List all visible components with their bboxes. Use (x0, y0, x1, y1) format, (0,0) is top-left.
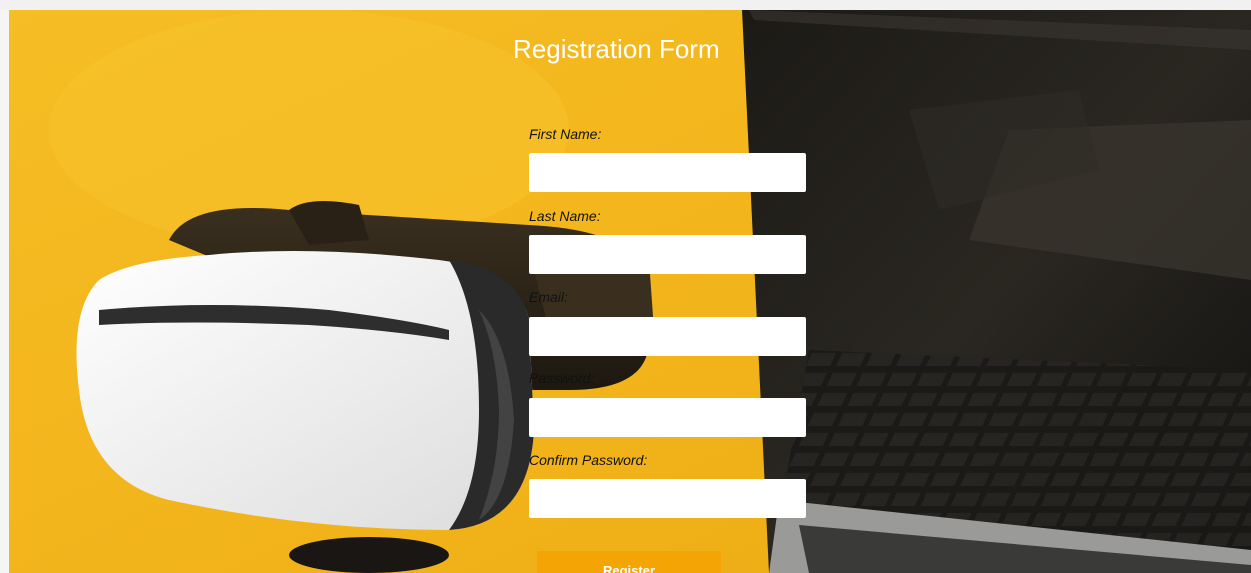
confirm-password-label: Confirm Password: (529, 452, 648, 468)
top-border (0, 0, 1251, 10)
email-label: Email: (529, 289, 568, 305)
password-label: Password: (529, 370, 595, 386)
last-name-label: Last Name: (529, 208, 601, 224)
password-input[interactable] (529, 398, 806, 437)
confirm-password-input[interactable] (529, 479, 806, 518)
page: Registration Form First Name: Last Name:… (0, 0, 1251, 573)
left-border (0, 10, 9, 573)
email-input[interactable] (529, 317, 806, 356)
last-name-input[interactable] (529, 235, 806, 274)
form-title: Registration Form (513, 34, 720, 64)
first-name-label: First Name: (529, 126, 602, 142)
register-button[interactable]: Register (537, 551, 721, 573)
first-name-input[interactable] (529, 153, 806, 192)
